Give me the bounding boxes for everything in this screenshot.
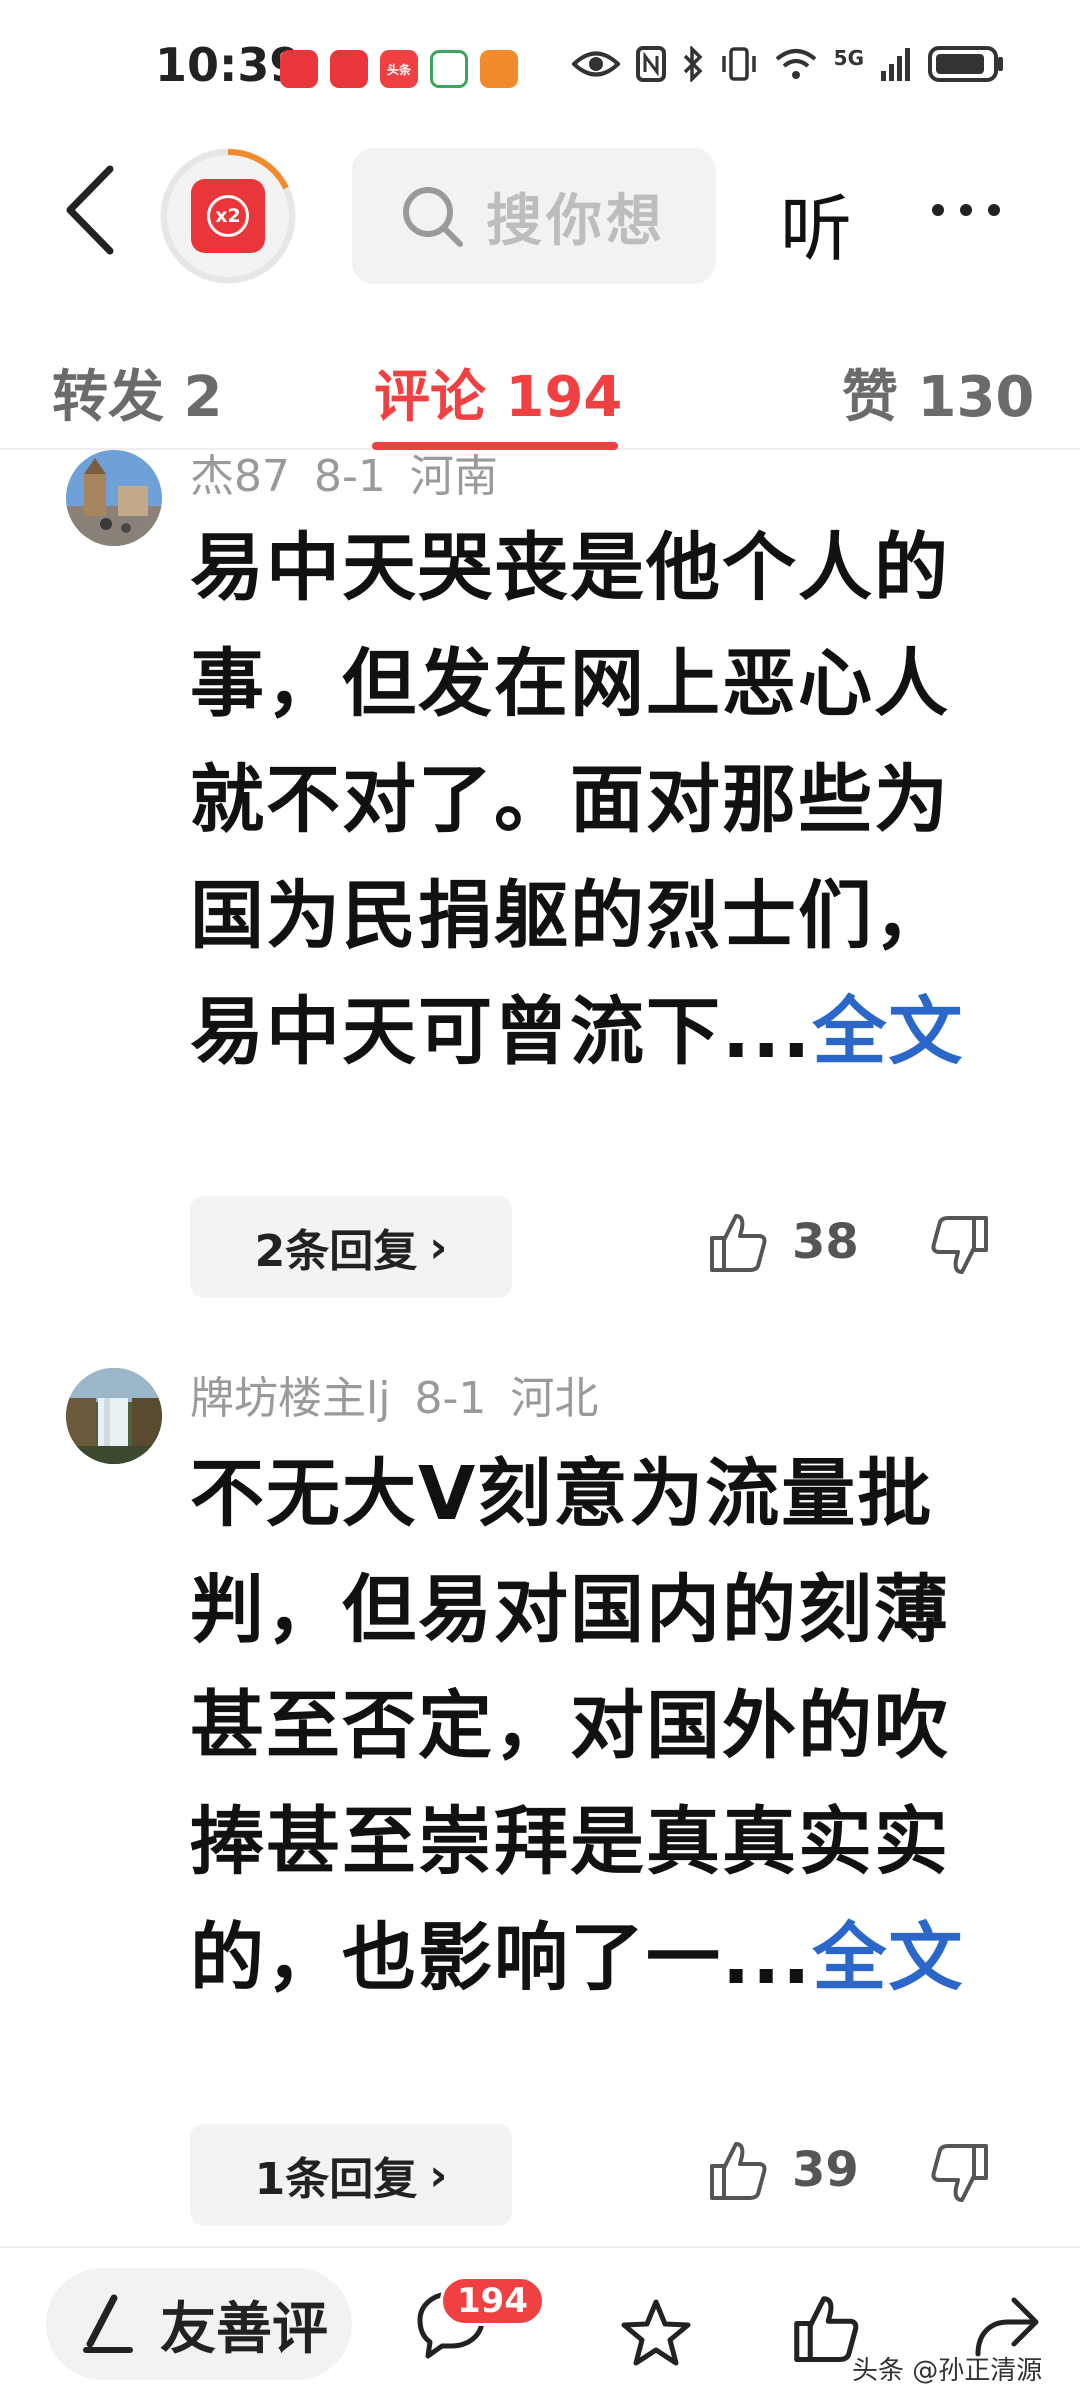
system-status: 5G <box>571 46 1004 82</box>
like-button[interactable]: 38 <box>706 1210 859 1274</box>
comment-meta: 牌坊楼主lj 8-1 河北 <box>190 1362 598 1426</box>
replies-button[interactable]: 1条回复 › <box>190 2124 512 2226</box>
signal-icon <box>881 48 910 81</box>
back-button[interactable] <box>50 160 130 260</box>
thumbs-up-icon <box>710 1214 767 1272</box>
favorite-button[interactable] <box>620 2298 692 2372</box>
nfc-icon <box>635 46 666 82</box>
search-placeholder: 搜你想 <box>486 188 666 254</box>
dislike-button[interactable] <box>928 2142 992 2210</box>
like-button[interactable]: 39 <box>706 2138 859 2202</box>
replies-label: 1条回复 <box>254 2154 418 2205</box>
dislike-button[interactable] <box>928 1214 992 1282</box>
chevron-right-icon: › <box>429 1221 448 1273</box>
avatar-image <box>66 450 162 546</box>
battery-icon <box>928 46 1003 82</box>
replies-button[interactable]: 2条回复 › <box>190 1196 512 1298</box>
pen-icon <box>83 2294 133 2353</box>
huawei-mall-icon <box>280 50 318 88</box>
comment-location: 河北 <box>510 1373 599 1424</box>
full-text-link[interactable]: 全文 <box>812 989 964 1075</box>
star-icon <box>621 2299 691 2366</box>
comment-location: 河南 <box>409 451 498 502</box>
compose-label: 友善评 <box>160 2296 328 2362</box>
notification-icons: 头条 <box>280 50 518 88</box>
full-text-link[interactable]: 全文 <box>812 1915 964 2001</box>
dot-icon <box>960 204 972 216</box>
comment-body: 易中天哭丧是他个人的事，但发在网上恶心人就不对了。面对那些为国为民捐躯的烈士们，… <box>190 510 980 1090</box>
thumbs-up-icon <box>710 2142 767 2200</box>
search-icon <box>403 187 463 247</box>
chevron-right-icon: › <box>429 2149 448 2201</box>
toutiao-icon: 头条 <box>380 50 418 88</box>
listen-button[interactable]: 听 <box>780 170 852 275</box>
multiplier-badge: x2 <box>207 195 249 237</box>
avatar[interactable] <box>66 1368 162 1464</box>
compose-comment-button[interactable]: 友善评 <box>46 2268 352 2380</box>
comment-date: 8-1 <box>314 451 386 502</box>
avatar-image <box>66 1368 162 1464</box>
comment-date: 8-1 <box>414 1373 487 1424</box>
comment-body: 不无大V刻意为流量批判，但易对国内的刻薄甚至否定，对国外的吹捧甚至崇拜是真真实实… <box>190 1436 980 2016</box>
tab-comments[interactable]: 评论 194 <box>374 352 622 433</box>
thumbs-down-icon <box>931 1216 988 1274</box>
like-count: 38 <box>792 1214 859 1270</box>
comment-meta: 杰87 8-1 河南 <box>190 440 498 504</box>
username[interactable]: 牌坊楼主lj <box>190 1373 390 1424</box>
avatar[interactable] <box>66 450 162 546</box>
bluetooth-icon <box>683 46 703 82</box>
chevron-left-icon <box>66 165 114 255</box>
tab-likes[interactable]: 赞 130 <box>842 352 1034 433</box>
wifi-icon <box>775 49 816 79</box>
replies-label: 2条回复 <box>254 1226 418 1277</box>
username[interactable]: 杰87 <box>190 451 290 502</box>
vibrate-icon <box>721 47 756 81</box>
eye-icon <box>571 51 620 77</box>
more-options-button[interactable] <box>932 204 1000 216</box>
huawei-mall-icon <box>330 50 368 88</box>
red-packet-button[interactable]: x2 <box>160 148 296 284</box>
dot-icon <box>988 204 1000 216</box>
search-input[interactable]: 搜你想 <box>352 148 716 284</box>
status-bar: 10:39 头条 5G <box>0 0 1080 140</box>
tab-reposts[interactable]: 转发 2 <box>52 352 222 433</box>
like-count: 39 <box>792 2142 859 2198</box>
tab-bar: 转发 2 评论 194 赞 130 <box>0 330 1080 450</box>
dot-icon <box>932 204 944 216</box>
wallet-icon <box>430 50 468 88</box>
thumbs-down-icon <box>931 2144 988 2202</box>
watermark: 头条 @孙正清源 <box>852 2356 1043 2386</box>
health-icon <box>480 50 518 88</box>
comment-count-badge: 194 <box>440 2276 545 2326</box>
top-navigation: x2 搜你想 听 <box>0 140 1080 290</box>
red-packet-icon: x2 <box>191 179 265 253</box>
network-type: 5G <box>833 46 864 70</box>
